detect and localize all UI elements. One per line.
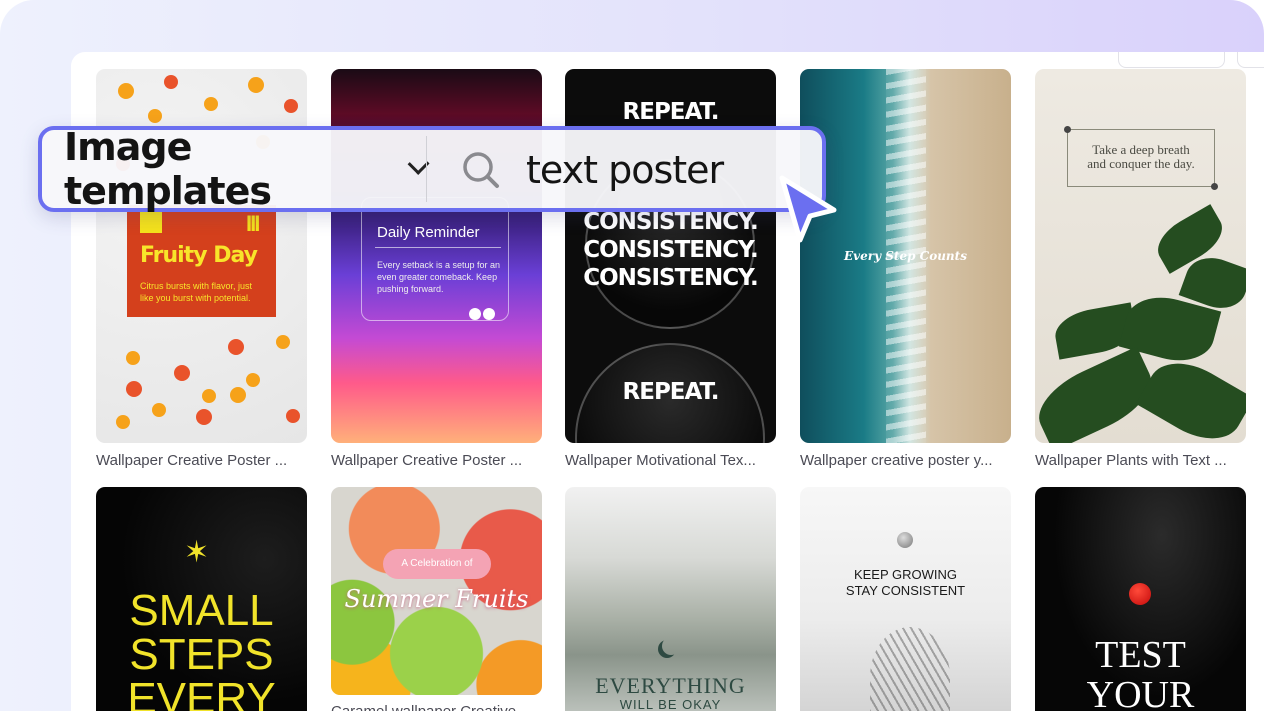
template-thumbnail[interactable]: EVERYTHING WILL BE OKAY: [565, 487, 776, 711]
card-caption[interactable]: Wallpaper Plants with Text ...: [1035, 452, 1246, 469]
card-caption[interactable]: Wallpaper creative poster y...: [800, 452, 1011, 469]
search-bar[interactable]: Image templates text poster: [38, 125, 826, 213]
divider: [375, 247, 501, 248]
dot-icon: [483, 308, 495, 320]
card-title: STEPS: [129, 630, 274, 679]
consistency-text: CONSISTENCY.: [583, 265, 758, 291]
repeat-text: REPEAT.: [622, 99, 720, 125]
template-thumbnail[interactable]: Take a deep breath and conquer the day.: [1035, 69, 1246, 443]
consistency-text: CONSISTENCY.: [583, 209, 758, 235]
card-title: EVERYTHING: [595, 673, 746, 698]
card-caption[interactable]: Caramel wallpaper Creative ...: [331, 703, 542, 711]
template-thumbnail[interactable]: TEST YOUR: [1035, 487, 1246, 711]
card-caption[interactable]: Wallpaper Creative Poster ...: [331, 452, 542, 469]
card-title: KEEP GROWING STAY CONSISTENT: [845, 567, 966, 598]
card-title: Daily Reminder: [377, 224, 480, 241]
card-title: TEST: [1095, 634, 1186, 676]
card-subtitle: WILL BE OKAY: [619, 697, 722, 711]
moon-icon: [662, 637, 680, 655]
card-title: Summer Fruits: [344, 585, 529, 613]
card-title: Every Step Counts: [844, 249, 967, 263]
template-thumbnail[interactable]: KEEP GROWING STAY CONSISTENT: [800, 487, 1011, 711]
template-thumbnail[interactable]: A Celebration of Summer Fruits: [331, 487, 542, 695]
fruity-tag-shape: [140, 211, 162, 233]
fern-graphic: [870, 627, 950, 711]
card-title: EVERY: [127, 674, 276, 711]
card-title: YOUR: [1086, 674, 1195, 711]
search-input[interactable]: text poster: [526, 148, 724, 192]
sphere-icon: [897, 532, 913, 548]
search-icon[interactable]: [462, 151, 500, 189]
template-thumbnail[interactable]: ✶ SMALL STEPS EVERY: [96, 487, 307, 711]
card-title: Fruity Day: [140, 243, 258, 268]
card-caption[interactable]: Wallpaper Creative Poster ...: [96, 452, 307, 469]
card-subtitle: Citrus bursts with flavor, just like you…: [140, 281, 253, 303]
dropdown-label: Image templates: [64, 125, 272, 213]
divider: [426, 136, 427, 202]
red-dot-icon: [1129, 583, 1151, 605]
sort-dropdown[interactable]: [1118, 52, 1225, 68]
consistency-text: CONSISTENCY.: [583, 237, 758, 263]
dot-icon: [469, 308, 481, 320]
card-title: Take a deep breath and conquer the day.: [1087, 142, 1195, 171]
cursor-pointer-icon: [779, 175, 837, 243]
view-toggle[interactable]: [1237, 52, 1264, 68]
card-tag: A Celebration of: [383, 549, 491, 579]
template-thumbnail[interactable]: Every Step Counts: [800, 69, 1011, 443]
repeat-text: REPEAT.: [622, 379, 720, 405]
sparkle-icon: ✶: [184, 536, 210, 569]
card-subtitle: Every setback is a setup for an even gre…: [377, 260, 501, 294]
leaf-shape: [1135, 348, 1246, 443]
card-caption[interactable]: Wallpaper Motivational Tex...: [565, 452, 776, 469]
card-title: SMALL: [129, 586, 274, 635]
bars-graphic: III: [246, 211, 260, 236]
app-frame: III Fruity Day Citrus bursts with flavor…: [0, 0, 1264, 711]
template-type-dropdown[interactable]: Image templates: [42, 125, 430, 213]
